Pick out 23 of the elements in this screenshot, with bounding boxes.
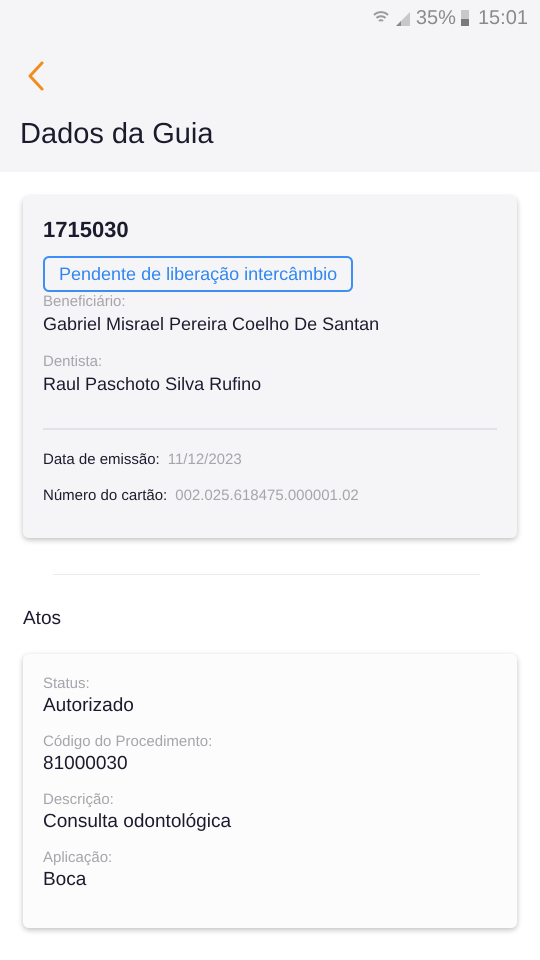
field-value: Consulta odontológica bbox=[43, 810, 232, 834]
field-value: Autorizado bbox=[43, 694, 135, 718]
detail-value: 11/12/2023 bbox=[168, 450, 242, 470]
field-label: Status: bbox=[43, 674, 91, 694]
field-label: Beneficiário: bbox=[43, 292, 127, 312]
detail-label: Data de emissão: bbox=[43, 450, 160, 470]
battery-percent: 35% bbox=[416, 6, 456, 31]
field-label: Descrição: bbox=[43, 790, 115, 810]
battery-icon bbox=[460, 9, 470, 27]
clock-time: 15:01 bbox=[478, 6, 528, 31]
field-value: Boca bbox=[43, 868, 88, 892]
field-label: Dentista: bbox=[43, 352, 104, 372]
field-value: Gabriel Misrael Pereira Coelho De Santan bbox=[43, 313, 380, 336]
section-title: Atos bbox=[23, 607, 62, 631]
detail-label: Número do cartão: bbox=[43, 486, 168, 506]
field-value: 81000030 bbox=[43, 752, 129, 776]
field-label: Código do Procedimento: bbox=[43, 732, 214, 752]
field-value: Raul Paschoto Silva Rufino bbox=[43, 373, 262, 396]
field-label: Aplicação: bbox=[43, 848, 114, 868]
page-title: Dados da Guia bbox=[20, 117, 214, 152]
guide-number: 1715030 bbox=[43, 216, 130, 244]
detail-value: 002.025.618475.000001.02 bbox=[175, 486, 359, 506]
status-badge: Pendente de liberação intercâmbio bbox=[43, 256, 354, 292]
